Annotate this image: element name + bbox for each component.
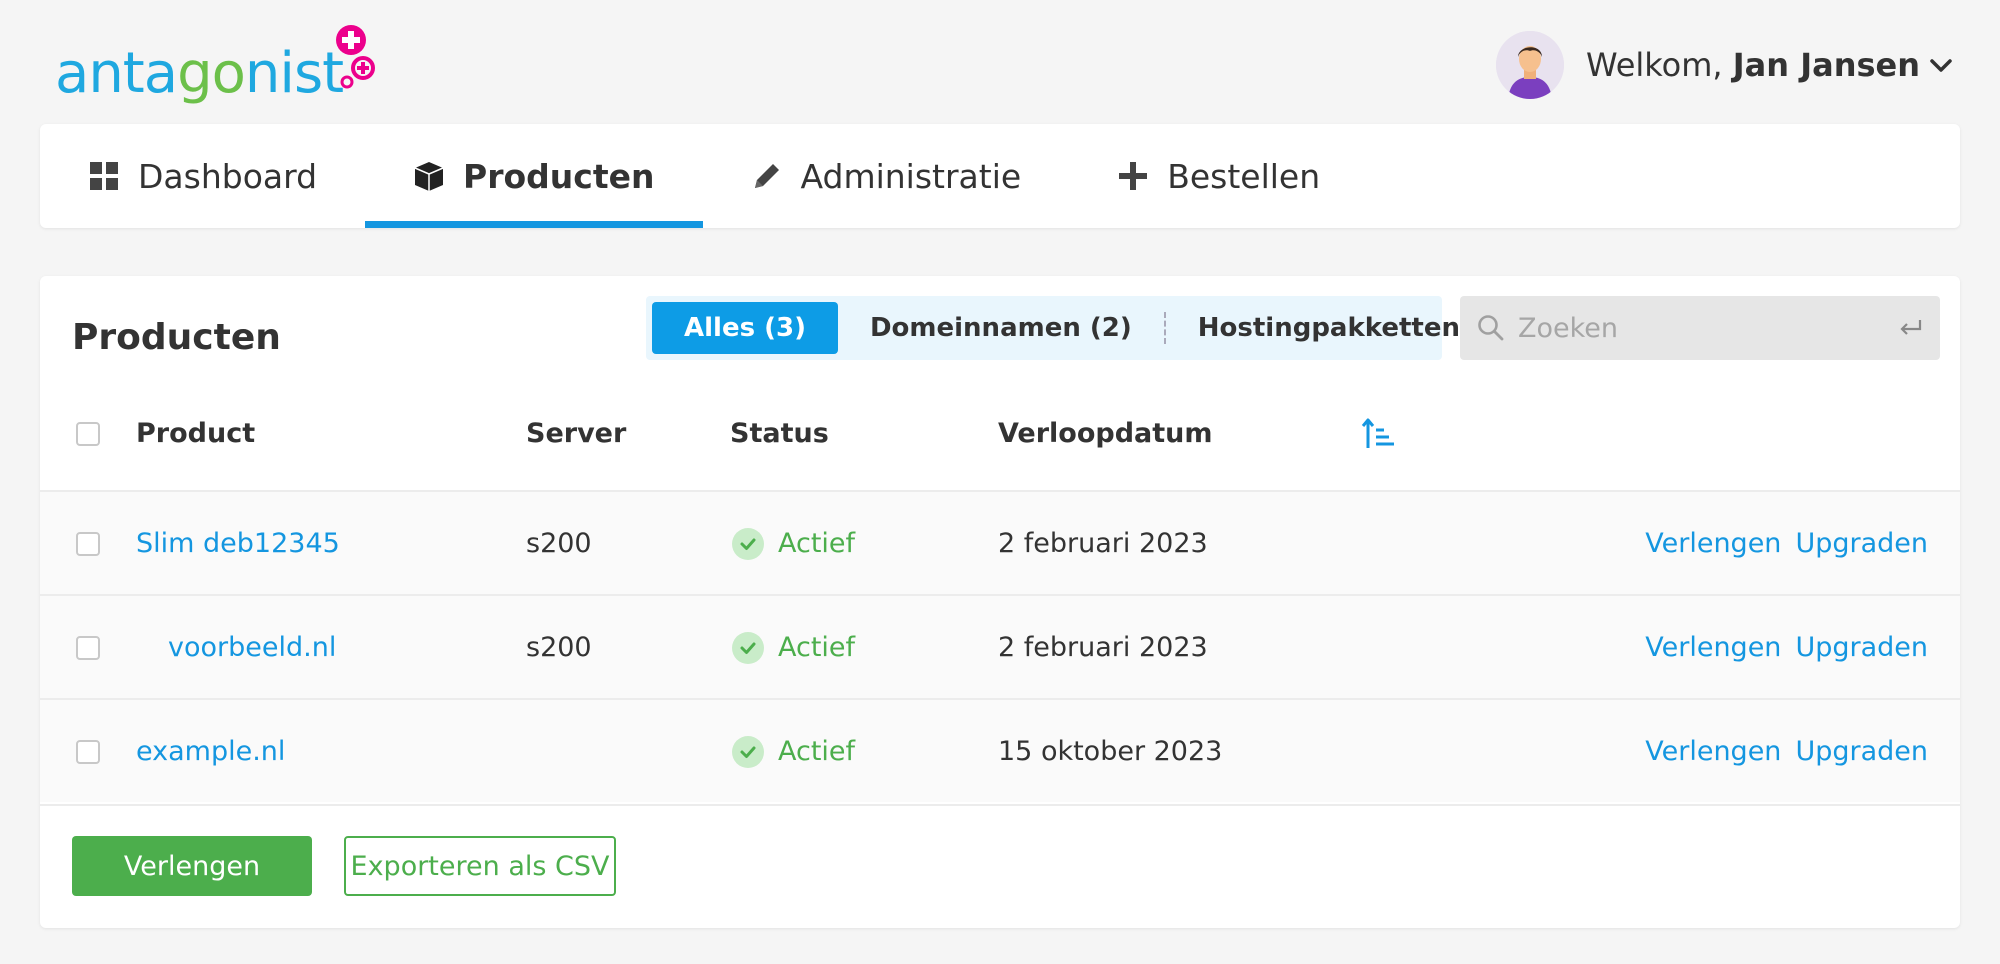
- dashboard-grid-icon: [90, 162, 118, 190]
- logo-wordmark: antagonist: [55, 41, 344, 106]
- nav-label: Producten: [463, 156, 655, 196]
- pencil-icon: [754, 164, 779, 188]
- row-actions: Verlengen Upgraden: [1631, 492, 1928, 596]
- status-badge: Actief: [732, 492, 855, 596]
- nav-item-dashboard[interactable]: Dashboard: [88, 124, 317, 228]
- renew-link[interactable]: Verlengen: [1645, 632, 1781, 663]
- avatar[interactable]: [1495, 31, 1564, 99]
- products-card: Producten Alles (3) Domeinnamen (2) Host…: [40, 276, 1960, 928]
- server-cell: s200: [526, 528, 592, 559]
- expiry-cell: 2 februari 2023: [998, 528, 1208, 559]
- nav-label: Dashboard: [138, 156, 318, 196]
- export-csv-button[interactable]: Exporteren als CSV: [344, 836, 616, 896]
- table-row: Slim deb12345 s200 Actief 2 februari 202…: [40, 490, 1960, 594]
- filter-tab-domains[interactable]: Domeinnamen (2): [838, 302, 1164, 354]
- search-box: [1460, 296, 1940, 360]
- logo[interactable]: antagonist: [55, 20, 375, 110]
- search-icon: [1478, 315, 1504, 341]
- table-row: example.nl Actief 15 oktober 2023 Verlen…: [40, 698, 1960, 802]
- sort-ascending-icon[interactable]: [1360, 416, 1396, 452]
- row-actions: Verlengen Upgraden: [1631, 596, 1928, 700]
- upgrade-link[interactable]: Upgraden: [1795, 528, 1928, 559]
- upgrade-link[interactable]: Upgraden: [1795, 632, 1928, 663]
- welcome-text: Welkom, Jan Jansen: [1585, 46, 1920, 84]
- user-menu[interactable]: Welkom, Jan Jansen: [1495, 30, 1954, 100]
- status-badge: Actief: [732, 596, 855, 700]
- renew-button[interactable]: Verlengen: [72, 836, 312, 896]
- row-actions: Verlengen Upgraden: [1631, 700, 1928, 804]
- nav-item-administratie[interactable]: Administratie: [751, 124, 1022, 228]
- page-title: Producten: [72, 317, 281, 358]
- enter-key-icon[interactable]: [1898, 317, 1924, 339]
- check-circle-icon: [732, 736, 764, 768]
- row-checkbox[interactable]: [76, 532, 100, 556]
- product-link[interactable]: Slim deb12345: [136, 492, 340, 596]
- product-link[interactable]: example.nl: [136, 700, 285, 804]
- column-header-status[interactable]: Status: [730, 376, 829, 492]
- nav-item-bestellen[interactable]: Bestellen: [1117, 124, 1320, 228]
- renew-link[interactable]: Verlengen: [1645, 528, 1781, 559]
- main-navigation: Dashboard Producten Administratie Bestel…: [40, 124, 1960, 228]
- check-circle-icon: [732, 528, 764, 560]
- row-checkbox[interactable]: [76, 636, 100, 660]
- box-icon: [414, 162, 444, 191]
- logo-bubbles-icon: [336, 25, 375, 89]
- header: antagonist Welkom, Jan Jansen: [0, 0, 2000, 124]
- table-header: Product Server Status Verloopdatum: [40, 376, 1960, 492]
- filter-tabs: Alles (3) Domeinnamen (2) Hostingpakkett…: [646, 296, 1511, 360]
- divider: [40, 804, 1960, 806]
- nav-label: Bestellen: [1167, 156, 1321, 196]
- nav-item-producten[interactable]: Producten: [364, 124, 704, 228]
- filter-tab-all[interactable]: Alles (3): [652, 302, 838, 354]
- table-row: voorbeeld.nl s200 Actief 2 februari 2023…: [40, 594, 1960, 698]
- column-header-expiry[interactable]: Verloopdatum: [998, 376, 1213, 492]
- chevron-down-icon[interactable]: [1928, 52, 1954, 78]
- column-header-product[interactable]: Product: [136, 376, 255, 492]
- select-all-checkbox[interactable]: [76, 422, 100, 446]
- plus-icon: [1119, 162, 1148, 190]
- upgrade-link[interactable]: Upgraden: [1795, 736, 1928, 767]
- search-input[interactable]: [1518, 312, 1898, 344]
- status-badge: Actief: [732, 700, 855, 804]
- check-circle-icon: [732, 632, 764, 664]
- server-cell: s200: [526, 632, 592, 663]
- nav-label: Administratie: [800, 156, 1022, 196]
- product-link[interactable]: voorbeeld.nl: [168, 596, 336, 700]
- column-header-server[interactable]: Server: [526, 376, 626, 492]
- user-name: Jan Jansen: [1732, 46, 1920, 84]
- expiry-cell: 15 oktober 2023: [998, 736, 1223, 767]
- renew-link[interactable]: Verlengen: [1645, 736, 1781, 767]
- expiry-cell: 2 februari 2023: [998, 632, 1208, 663]
- row-checkbox[interactable]: [76, 740, 100, 764]
